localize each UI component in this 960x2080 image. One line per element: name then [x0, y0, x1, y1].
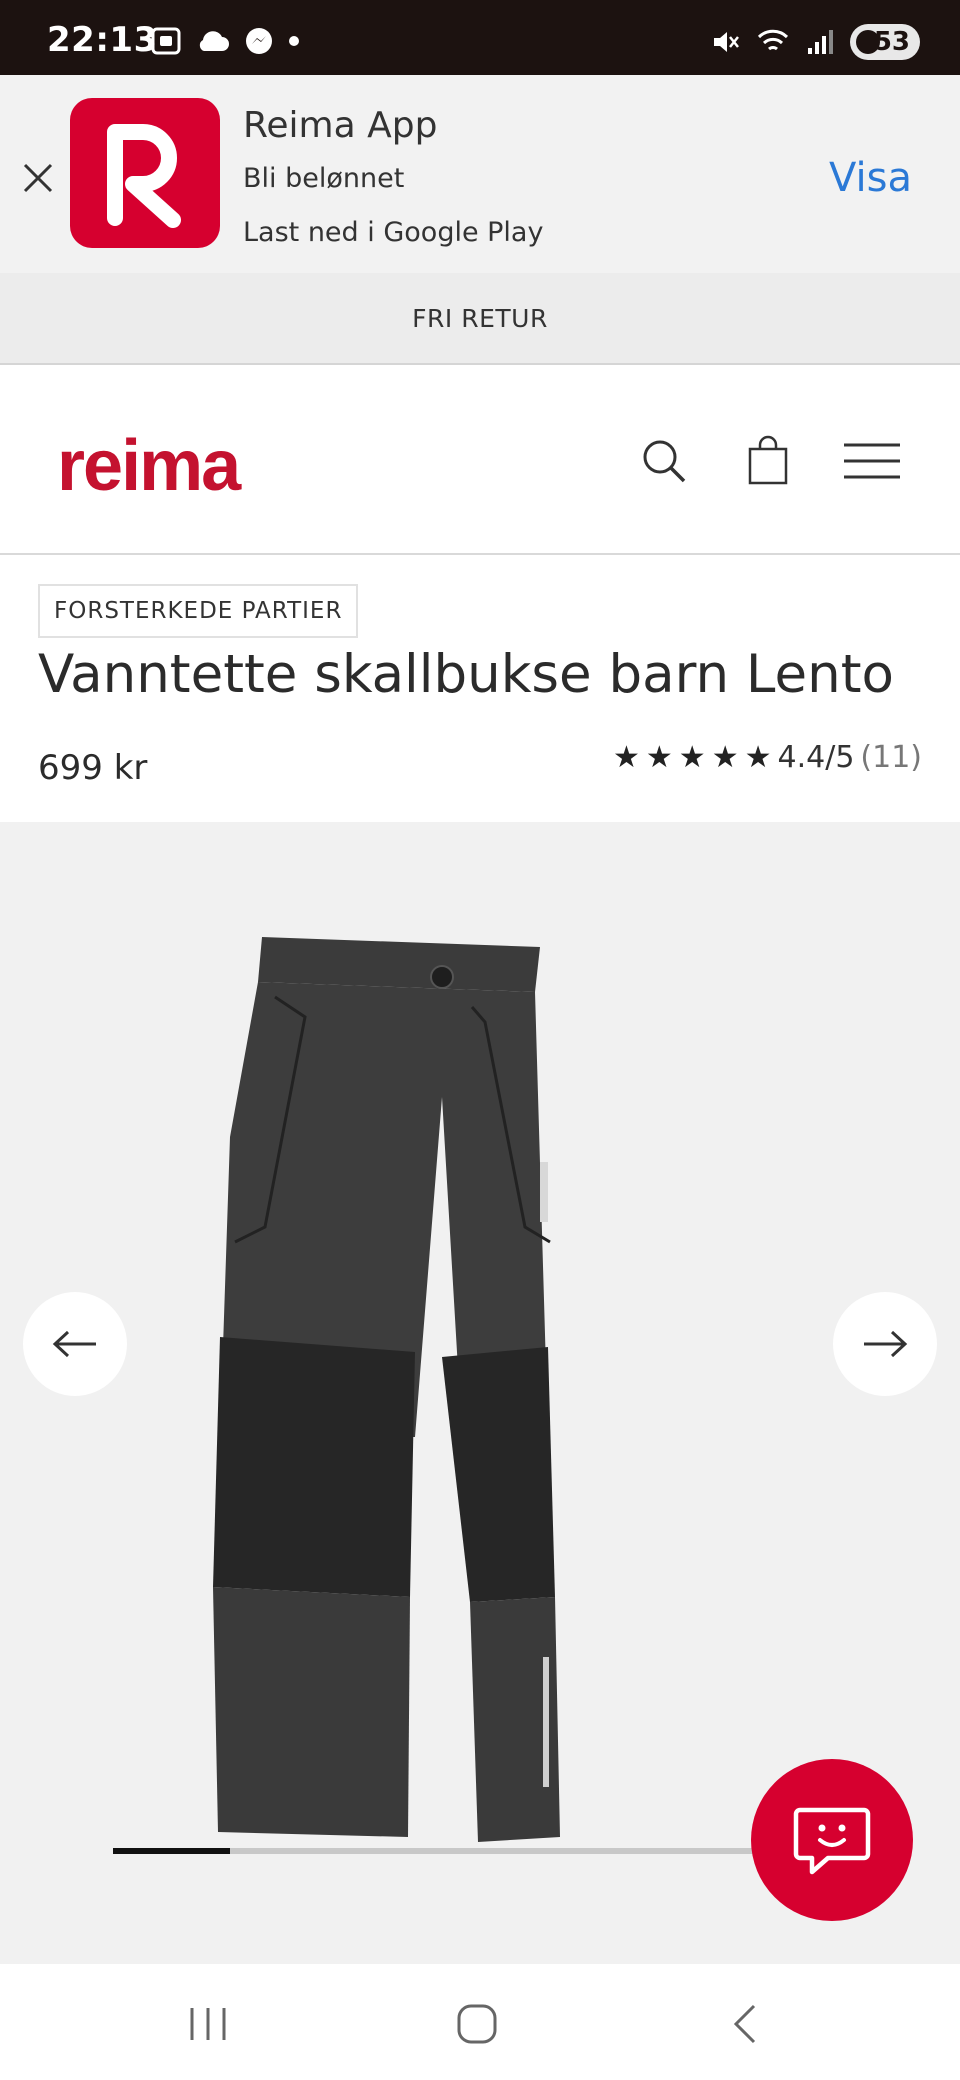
leaf-icon — [856, 30, 880, 54]
app-store-text: Last ned i Google Play — [243, 217, 544, 248]
site-header: reima — [0, 365, 960, 555]
visa-button[interactable]: Visa — [829, 155, 912, 201]
chat-button[interactable] — [751, 1759, 913, 1921]
star-icon: ★ — [744, 739, 772, 775]
product-image-pants[interactable] — [210, 937, 750, 1857]
system-navigation-bar — [0, 1964, 960, 2080]
search-icon[interactable] — [636, 433, 692, 489]
status-icons-right: 53 — [710, 24, 920, 60]
dot-icon — [289, 36, 299, 46]
product-title: Vanntette skallbukse barn Lento — [38, 644, 894, 705]
menu-icon[interactable] — [842, 433, 902, 489]
product-rating[interactable]: ★ ★ ★ ★ ★ 4.4/5 (11) — [613, 740, 922, 775]
promo-bar: FRI RETUR — [0, 273, 960, 365]
product-badge: FORSTERKEDE PARTIER — [38, 584, 359, 638]
chat-icon — [793, 1807, 871, 1875]
rating-stars: ★ ★ ★ ★ ★ — [612, 739, 772, 775]
reima-r-icon — [107, 124, 181, 228]
battery-icon: 53 — [850, 24, 920, 60]
star-icon: ★ — [612, 739, 640, 775]
star-icon: ★ — [711, 739, 739, 775]
app-title: Reima App — [243, 105, 438, 146]
app-logo — [70, 98, 220, 248]
star-icon: ★ — [678, 739, 706, 775]
app-subtitle: Bli belønnet — [243, 163, 405, 194]
product-price: 699 kr — [38, 748, 148, 788]
gallery-next-button[interactable] — [833, 1292, 937, 1396]
bag-icon[interactable] — [740, 433, 796, 489]
rating-score: 4.4/5 — [777, 740, 855, 775]
rating-count[interactable]: (11) — [860, 740, 922, 775]
home-icon[interactable] — [447, 2000, 507, 2048]
reima-logo[interactable]: reima — [57, 425, 241, 507]
status-icons-left — [150, 26, 300, 56]
wifi-icon — [757, 29, 789, 51]
signal-icon — [808, 30, 833, 54]
arrow-right-icon — [864, 1330, 908, 1358]
screenshot-icon — [151, 27, 181, 55]
gallery-prev-button[interactable] — [23, 1292, 127, 1396]
messenger-icon — [246, 28, 272, 54]
app-install-banner: Reima App Bli belønnet Last ned i Google… — [0, 75, 960, 273]
status-bar: 22:13 53 — [0, 0, 960, 75]
mute-icon — [714, 32, 739, 52]
gallery-progress-fill — [113, 1848, 230, 1854]
cloud-icon — [199, 31, 229, 51]
status-time: 22:13 — [47, 20, 158, 60]
star-icon: ★ — [645, 739, 673, 775]
close-icon[interactable] — [20, 160, 56, 196]
arrow-left-icon — [52, 1330, 96, 1358]
gallery-progress-track — [113, 1848, 763, 1854]
recent-apps-icon[interactable] — [178, 2000, 238, 2048]
back-icon[interactable] — [716, 2000, 776, 2048]
